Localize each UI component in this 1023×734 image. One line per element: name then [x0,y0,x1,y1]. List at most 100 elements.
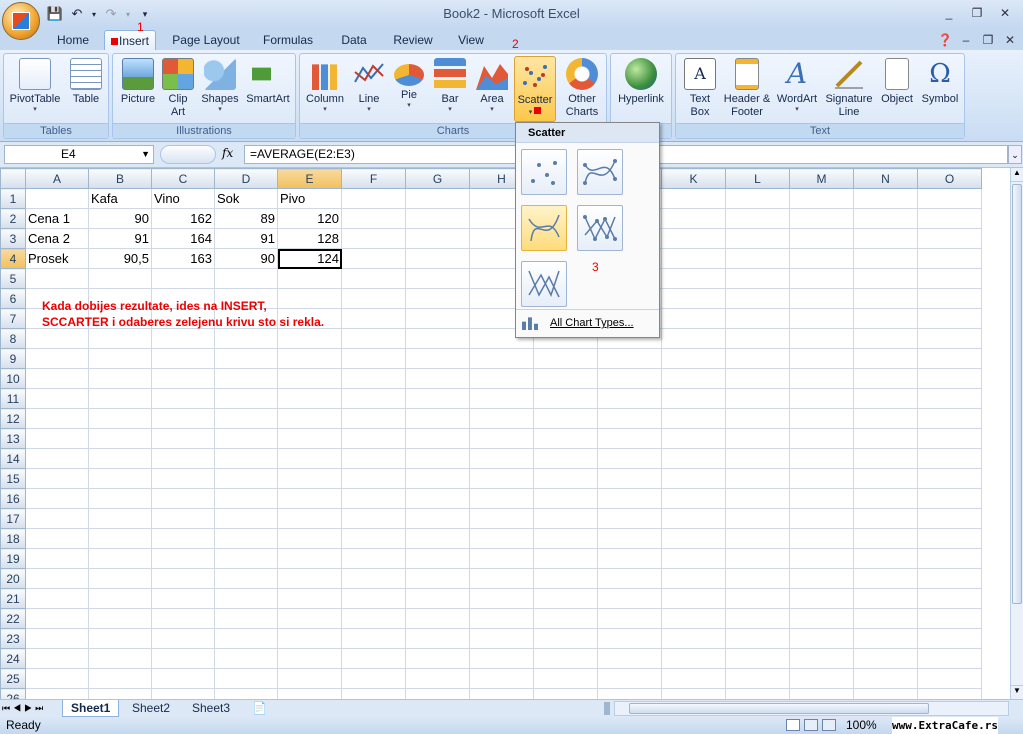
sheet-tab-sheet3[interactable]: Sheet3 [184,700,238,717]
cell[interactable] [725,628,790,649]
cell[interactable] [277,508,342,529]
row-header[interactable]: 20 [0,568,26,589]
cell[interactable] [277,628,342,649]
cell[interactable] [341,268,406,289]
cell[interactable] [25,528,89,549]
cell[interactable] [151,668,215,689]
cell[interactable] [533,548,598,569]
row-header[interactable]: 11 [0,388,26,409]
row-header[interactable]: 15 [0,468,26,489]
cell[interactable] [533,508,598,529]
cell[interactable] [661,628,726,649]
cell[interactable] [277,348,342,369]
cell[interactable] [597,508,662,529]
cell[interactable] [469,528,534,549]
cell[interactable] [853,208,918,229]
wordart-button[interactable]: A WordArt ▾ [774,56,820,122]
cell[interactable] [533,488,598,509]
cell[interactable] [789,588,854,609]
cell[interactable] [88,268,152,289]
cell[interactable] [789,248,854,269]
sheet-tab-sheet2[interactable]: Sheet2 [124,700,178,717]
cell[interactable] [88,668,152,689]
page-break-view-icon[interactable] [822,719,836,731]
cell[interactable] [853,468,918,489]
cell[interactable] [469,388,534,409]
cell[interactable] [597,648,662,669]
cell[interactable] [277,608,342,629]
cell[interactable] [405,528,470,549]
cell[interactable] [789,428,854,449]
tab-page-layout[interactable]: Page Layout [166,30,246,51]
cell[interactable] [917,308,982,329]
scroll-up-icon[interactable]: ▲ [1011,168,1023,182]
cell[interactable] [214,688,278,699]
cell[interactable] [533,608,598,629]
scatter-markers-only-option[interactable] [521,149,567,195]
cell[interactable] [214,368,278,389]
cell[interactable] [661,228,726,249]
cell[interactable] [789,328,854,349]
row-header[interactable]: 26 [0,688,26,699]
cell[interactable] [469,408,534,429]
cell[interactable] [661,688,726,699]
cell[interactable] [214,428,278,449]
cell[interactable] [25,568,89,589]
cell[interactable] [597,528,662,549]
cell[interactable] [853,428,918,449]
cell[interactable] [917,348,982,369]
column-header[interactable]: E [277,168,342,189]
cell[interactable] [917,668,982,689]
cell[interactable] [917,468,982,489]
cell[interactable] [341,228,406,249]
row-header[interactable]: 1 [0,188,26,209]
cell[interactable] [533,648,598,669]
cell[interactable] [214,648,278,669]
cell[interactable] [533,528,598,549]
cell[interactable] [88,388,152,409]
cell[interactable] [88,548,152,569]
cell[interactable] [853,308,918,329]
line-chart-button[interactable]: Line ▾ [350,56,388,122]
cell[interactable] [917,388,982,409]
cell[interactable] [151,428,215,449]
scatter-straight-lines-option[interactable] [521,261,567,307]
cell[interactable] [853,648,918,669]
cell[interactable] [25,408,89,429]
column-header[interactable]: O [917,168,982,189]
cell[interactable] [661,388,726,409]
cell[interactable] [469,668,534,689]
cell[interactable] [853,248,918,269]
cell[interactable]: Cena 1 [25,208,89,229]
cell[interactable] [725,248,790,269]
column-header[interactable]: C [151,168,215,189]
tab-insert[interactable]: Insert [104,30,156,51]
cell[interactable] [214,588,278,609]
cell[interactable] [341,328,406,349]
cell[interactable] [214,448,278,469]
cell[interactable] [853,628,918,649]
cell[interactable] [661,428,726,449]
cell[interactable] [214,528,278,549]
cell[interactable]: 90 [214,248,278,269]
cell[interactable] [661,608,726,629]
cell[interactable]: Prosek [25,248,89,269]
cell[interactable] [853,368,918,389]
cell[interactable]: 162 [151,208,215,229]
cell[interactable] [917,588,982,609]
cell[interactable] [214,628,278,649]
cell[interactable] [789,508,854,529]
cell[interactable] [661,188,726,209]
cell[interactable] [789,628,854,649]
cell[interactable] [88,568,152,589]
cell[interactable]: 128 [277,228,342,249]
cell[interactable] [853,228,918,249]
all-chart-types-option[interactable]: All Chart Types... [516,309,659,337]
horizontal-scroll-thumb[interactable] [629,703,929,714]
cell[interactable] [277,588,342,609]
cell[interactable] [405,308,470,329]
symbol-button[interactable]: Ω Symbol [918,56,962,122]
cell[interactable] [151,388,215,409]
cell[interactable] [214,408,278,429]
cell[interactable] [917,568,982,589]
